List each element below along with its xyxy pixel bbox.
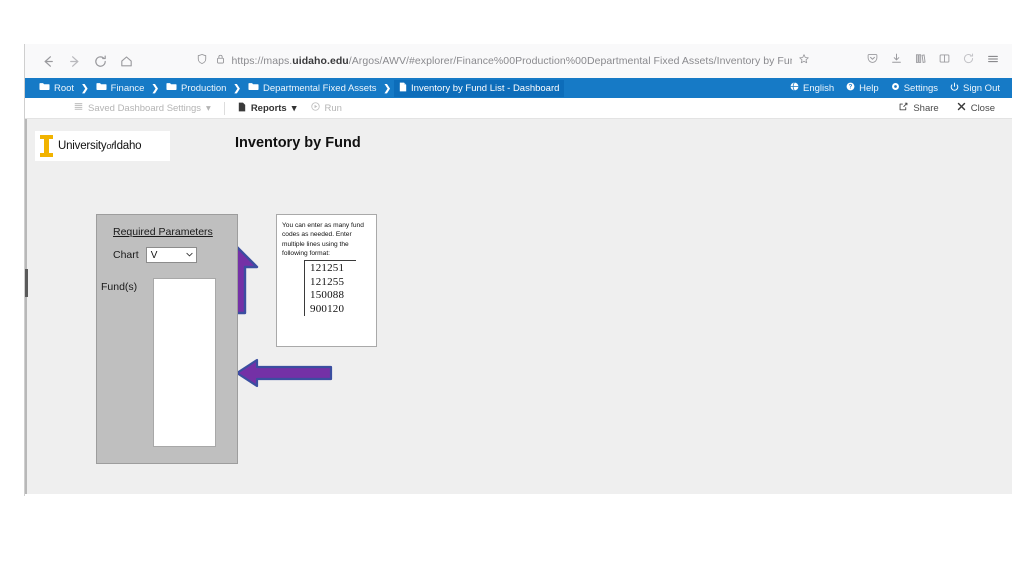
breadcrumb-item-label: Inventory by Fund List - Dashboard — [411, 82, 560, 94]
screenshot-root: https://maps.uidaho.edu/Argos/AWV/#explo… — [0, 0, 1024, 576]
fund-format-instructions-text: You can enter as many fund codes as need… — [282, 222, 364, 258]
fund-code-example: 121251 — [310, 262, 345, 275]
breadcrumb: Root ❯ Finance ❯ Production ❯ Department… — [25, 78, 1012, 98]
browser-toolbar-actions — [866, 52, 1002, 71]
breadcrumb-item-inventory-by-fund-list-dashboard[interactable]: Inventory by Fund List - Dashboard — [394, 79, 565, 97]
hamburger-menu-icon[interactable] — [986, 52, 1000, 71]
list-icon — [74, 102, 83, 114]
breadcrumb-separator: ❯ — [151, 82, 159, 93]
breadcrumb-item-root[interactable]: Root — [35, 82, 78, 94]
saved-dashboard-settings-label: Saved Dashboard Settings — [88, 102, 202, 114]
settings-label: Settings — [903, 82, 939, 94]
chevron-down-icon: ▾ — [206, 102, 211, 114]
saved-dashboard-settings-dropdown[interactable]: Saved Dashboard Settings ▾ — [67, 102, 218, 114]
reports-dropdown[interactable]: Reports ▾ — [231, 102, 304, 115]
language-button[interactable]: English — [790, 82, 834, 94]
lock-icon[interactable] — [215, 52, 226, 70]
reload-icon[interactable] — [87, 48, 113, 74]
run-label: Run — [324, 102, 342, 114]
chevron-down-icon: ▾ — [291, 102, 297, 114]
shield-icon[interactable] — [196, 52, 208, 70]
close-x-icon — [957, 102, 966, 114]
folder-icon — [39, 82, 50, 94]
folder-icon — [96, 82, 107, 94]
chart-select-value: V — [150, 249, 158, 261]
fund-code-example: 900120 — [310, 302, 345, 315]
breadcrumb-item-label: Finance — [110, 82, 145, 94]
help-button[interactable]: ? Help — [846, 82, 879, 94]
help-icon: ? — [846, 82, 855, 94]
svg-text:?: ? — [849, 85, 853, 91]
settings-button[interactable]: Settings — [891, 82, 938, 94]
run-button[interactable]: Run — [304, 102, 349, 114]
breadcrumb-item-departmental-fixed-assets[interactable]: Departmental Fixed Assets — [244, 82, 381, 94]
share-label: Share — [913, 102, 939, 114]
sign-out-label: Sign Out — [963, 82, 1000, 94]
scrollbar-thumb[interactable] — [25, 269, 28, 297]
gear-icon — [891, 82, 900, 94]
power-icon — [950, 82, 959, 95]
chart-label: Chart — [113, 249, 139, 261]
share-button[interactable]: Share — [892, 102, 945, 114]
purple-left-arrow — [235, 358, 333, 388]
language-label: English — [802, 82, 835, 94]
fund-format-instructions: You can enter as many fund codes as need… — [276, 214, 377, 347]
breadcrumb-item-label: Root — [54, 82, 75, 94]
chevron-down-icon — [185, 252, 193, 259]
funds-input[interactable] — [153, 278, 216, 447]
chart-select[interactable]: V — [145, 247, 197, 263]
sidebar-icon[interactable] — [938, 52, 951, 70]
library-icon[interactable] — [914, 52, 927, 70]
dashboard-canvas: UniversityofIdaho Inventory by Fund Requ… — [25, 119, 1012, 494]
dashboard-toolbar: Saved Dashboard Settings ▾ Reports ▾ Run — [25, 98, 1012, 119]
forward-arrow-icon[interactable] — [61, 48, 87, 74]
globe-icon — [790, 82, 799, 94]
url-bar[interactable]: https://maps.uidaho.edu/Argos/AWV/#explo… — [147, 50, 858, 72]
breadcrumb-item-label: Production — [180, 82, 227, 94]
breadcrumb-separator: ❯ — [383, 82, 392, 93]
required-parameters-heading: Required Parameters — [113, 226, 213, 238]
document-icon — [238, 102, 246, 115]
breadcrumb-item-label: Departmental Fixed Assets — [262, 82, 377, 94]
help-label: Help — [859, 82, 879, 94]
home-icon[interactable] — [113, 48, 139, 74]
play-circle-icon — [310, 102, 320, 114]
document-icon — [399, 82, 407, 95]
sign-out-button[interactable]: Sign Out — [950, 82, 1000, 95]
page-title: Inventory by Fund — [235, 135, 361, 151]
share-icon — [899, 102, 908, 114]
breadcrumb-separator: ❯ — [81, 82, 89, 93]
breadcrumb-item-finance[interactable]: Finance — [92, 82, 149, 94]
logo-text: UniversityofIdaho — [58, 140, 142, 152]
breadcrumb-item-production[interactable]: Production — [162, 82, 230, 94]
url-bar-icons — [196, 52, 226, 70]
vandal-i-logo-icon — [40, 135, 53, 157]
required-parameters-panel: Required Parameters Chart V Fund(s) — [96, 214, 238, 464]
chart-parameter-row: Chart V — [113, 247, 197, 263]
folder-icon — [166, 82, 177, 94]
sync-account-icon[interactable] — [962, 52, 975, 70]
university-of-idaho-logo: UniversityofIdaho — [35, 131, 170, 161]
fund-code-example: 150088 — [310, 289, 345, 302]
reports-label: Reports — [250, 102, 287, 114]
funds-label: Fund(s) — [101, 281, 138, 293]
close-label: Close — [970, 102, 995, 114]
close-button[interactable]: Close — [950, 102, 1002, 114]
back-arrow-icon[interactable] — [35, 48, 61, 74]
folder-icon — [248, 82, 259, 94]
pocket-icon[interactable] — [866, 52, 879, 70]
star-icon[interactable] — [798, 52, 810, 70]
breadcrumb-separator: ❯ — [233, 82, 241, 93]
fund-code-example: 121255 — [310, 275, 345, 288]
toolbar-right-actions: Share Close — [892, 102, 1002, 114]
browser-window: https://maps.uidaho.edu/Argos/AWV/#explo… — [24, 44, 1012, 496]
breadcrumb-actions: English ? Help Settings Sign Out — [790, 82, 1004, 95]
fund-code-examples: 121251 121255 150088 900120 — [304, 260, 356, 317]
toolbar-divider — [223, 101, 225, 115]
url-text[interactable]: https://maps.uidaho.edu/Argos/AWV/#explo… — [232, 55, 792, 67]
browser-navigation-bar: https://maps.uidaho.edu/Argos/AWV/#explo… — [25, 44, 1012, 78]
download-icon[interactable] — [890, 52, 903, 70]
